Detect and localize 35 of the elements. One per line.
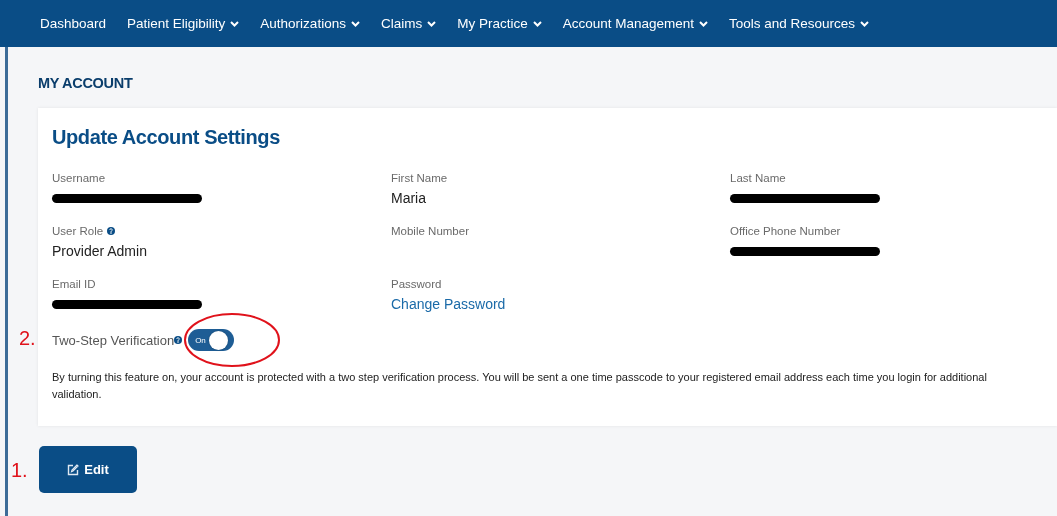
change-password-link[interactable]: Change Password — [391, 296, 506, 312]
nav-item[interactable]: Account Management — [562, 16, 709, 31]
chevron-down-icon — [699, 20, 709, 27]
field-label: Last Name — [730, 172, 786, 184]
nav-item[interactable]: My Practice — [457, 16, 542, 31]
card-title: Update Account Settings — [52, 126, 281, 149]
chevron-down-icon — [350, 20, 360, 27]
nav-item[interactable]: Claims — [380, 16, 437, 31]
chevron-down-icon — [230, 20, 240, 27]
nav-item[interactable]: Patient Eligibility — [127, 16, 240, 31]
chevron-down-icon — [427, 20, 437, 27]
edit-icon — [67, 463, 80, 476]
help-icon — [107, 227, 116, 235]
field-value: Maria — [391, 190, 426, 206]
nav-item[interactable]: Tools and Resources — [729, 16, 870, 31]
edit-button[interactable]: Edit — [39, 446, 137, 493]
field-label: Mobile Number — [391, 225, 469, 237]
page-title: MY ACCOUNT — [38, 75, 134, 91]
help-icon — [174, 336, 183, 344]
nav-item[interactable]: Dashboard — [40, 16, 107, 31]
annotation-number: 1. — [11, 459, 28, 482]
field-label: Username — [52, 172, 106, 184]
field-label: Password — [391, 278, 442, 290]
field-label: Email ID — [52, 278, 96, 290]
chevron-down-icon — [532, 20, 542, 27]
field-label: User Role — [52, 225, 116, 237]
nav-item[interactable]: Authorizations — [260, 16, 360, 31]
field-label: First Name — [391, 172, 448, 184]
toggle-switch[interactable]: On — [188, 329, 235, 351]
field-label: Two-Step Verification — [52, 332, 175, 348]
field-label: Office Phone Number — [730, 225, 841, 237]
field-value: Provider Admin — [52, 243, 147, 259]
description-text: By turning this feature on, your account is protected with a two step verification process. You will be sent a one time passcode to your registered email address each time you login for additional validation. — [52, 370, 988, 402]
chevron-down-icon — [860, 20, 870, 27]
annotation-number: 2. — [19, 327, 36, 350]
